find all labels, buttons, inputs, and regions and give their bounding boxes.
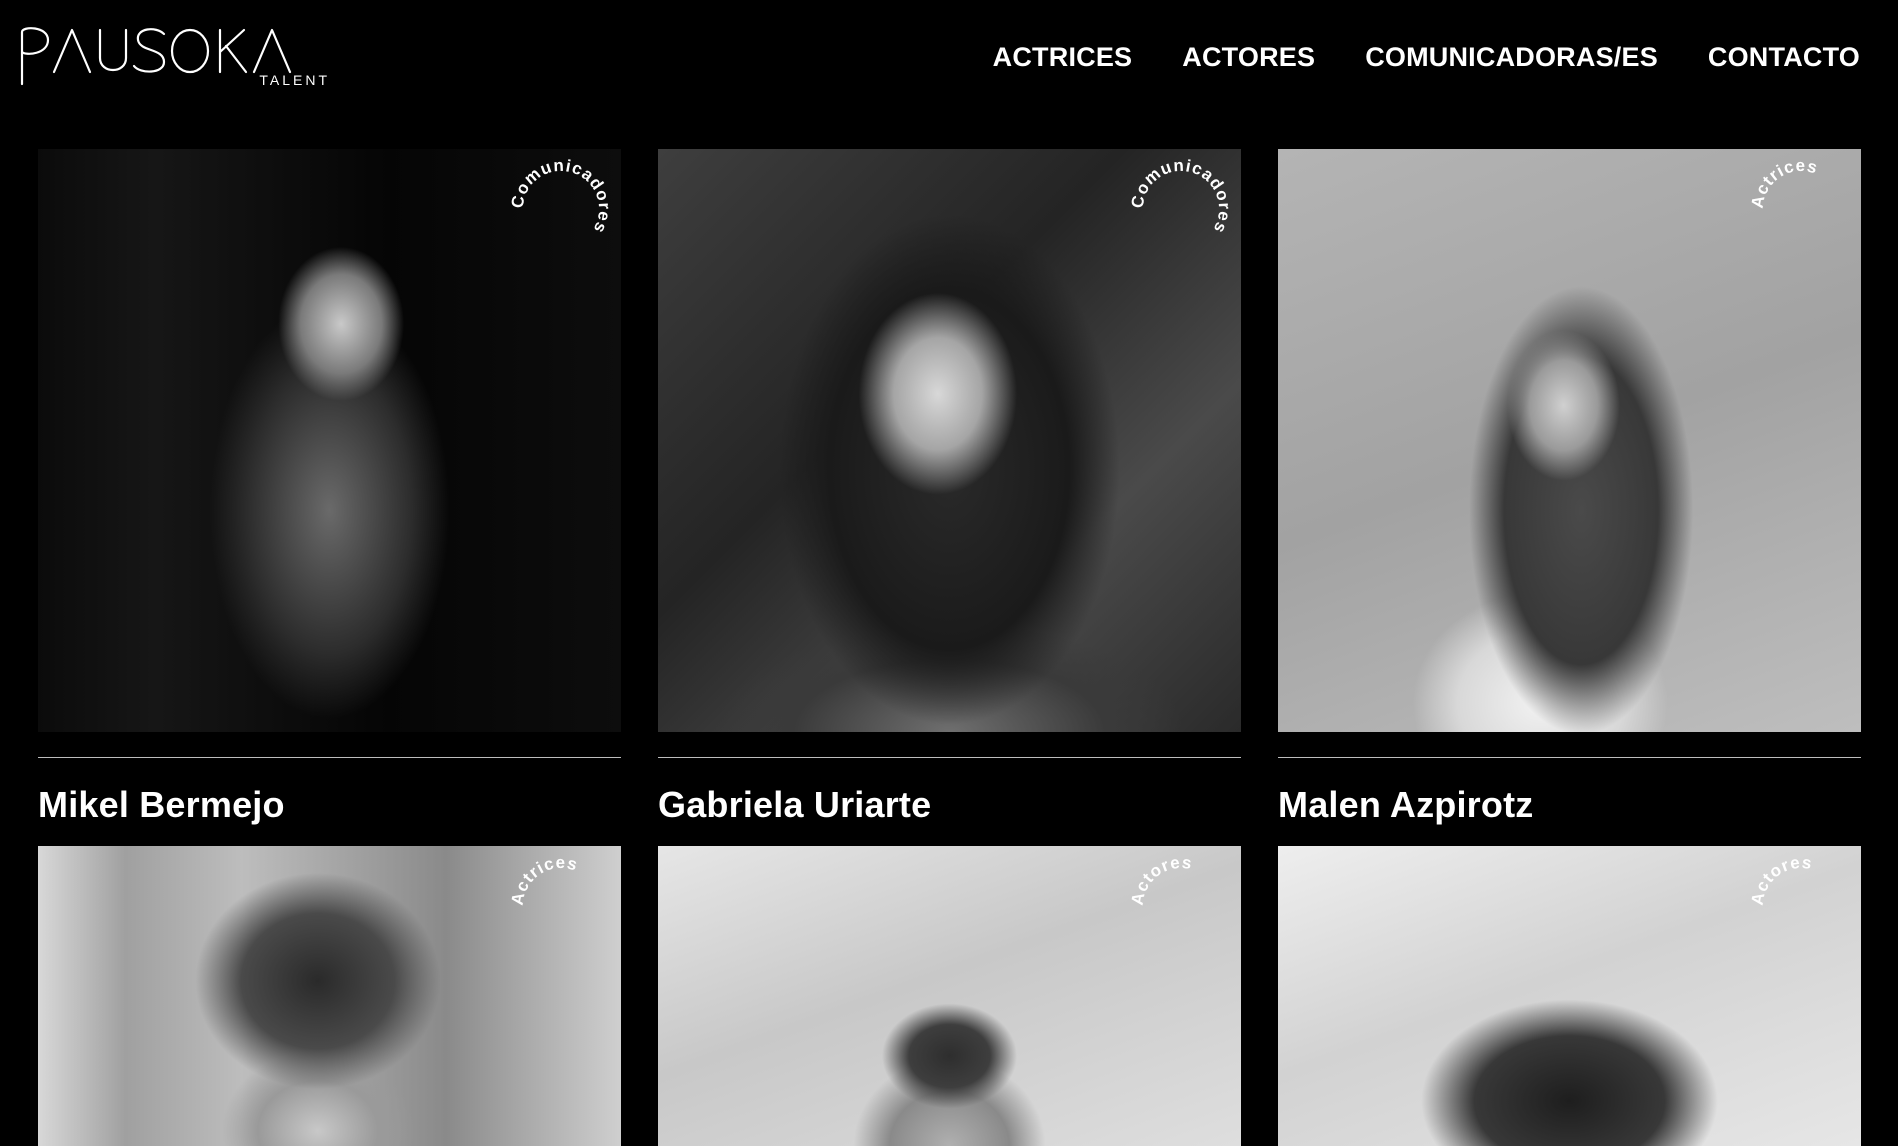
logo-subtitle: TALENT bbox=[259, 72, 330, 88]
talent-name[interactable]: Gabriela Uriarte bbox=[658, 784, 1241, 846]
svg-text:Comunicadores: Comunicadores bbox=[509, 157, 613, 237]
card-divider bbox=[1278, 757, 1861, 758]
category-badge: Actrices bbox=[508, 853, 613, 958]
nav-contacto[interactable]: CONTACTO bbox=[1708, 42, 1860, 73]
svg-text:Actores: Actores bbox=[1749, 854, 1814, 907]
talent-card[interactable]: Comunicadores Gabriela Uriarte bbox=[658, 149, 1241, 846]
badge-text: Comunicadores bbox=[1128, 156, 1233, 237]
badge-text: Comunicadores bbox=[508, 156, 613, 237]
badge-text: Actores bbox=[1128, 853, 1193, 907]
talent-name[interactable]: Mikel Bermejo bbox=[38, 784, 621, 846]
badge-text: Actrices bbox=[1748, 156, 1820, 210]
site-header: TALENT ACTRICES ACTORES COMUNICADORAS/ES… bbox=[0, 0, 1898, 120]
badge-text: Actores bbox=[1748, 853, 1813, 907]
talent-card[interactable]: Actrices bbox=[38, 846, 621, 1146]
category-badge: Comunicadores bbox=[508, 156, 613, 261]
talent-photo[interactable]: Actrices bbox=[1278, 149, 1861, 732]
svg-text:Actrices: Actrices bbox=[509, 854, 580, 907]
talent-photo[interactable]: Comunicadores bbox=[658, 149, 1241, 732]
category-badge: Actrices bbox=[1748, 156, 1853, 261]
talent-grid: Comunicadores Mikel Bermejo Comunicadore… bbox=[38, 149, 1861, 1146]
card-divider bbox=[38, 757, 621, 758]
talent-photo[interactable]: Actores bbox=[658, 846, 1241, 1146]
card-divider bbox=[658, 757, 1241, 758]
nav-actores[interactable]: ACTORES bbox=[1182, 42, 1315, 73]
nav-comunicadoras[interactable]: COMUNICADORAS/ES bbox=[1365, 42, 1658, 73]
svg-text:Actrices: Actrices bbox=[1749, 157, 1820, 210]
talent-card[interactable]: Actores bbox=[1278, 846, 1861, 1146]
svg-text:Comunicadores: Comunicadores bbox=[1129, 157, 1233, 237]
pausoka-logo[interactable]: TALENT bbox=[18, 22, 334, 90]
talent-photo[interactable]: Comunicadores bbox=[38, 149, 621, 732]
category-badge: Comunicadores bbox=[1128, 156, 1233, 261]
main-nav: ACTRICES ACTORES COMUNICADORAS/ES CONTAC… bbox=[993, 42, 1860, 73]
nav-actrices[interactable]: ACTRICES bbox=[993, 42, 1133, 73]
talent-card[interactable]: Comunicadores Mikel Bermejo bbox=[38, 149, 621, 846]
badge-text: Actrices bbox=[508, 853, 580, 907]
category-badge: Actores bbox=[1748, 853, 1853, 958]
talent-photo[interactable]: Actrices bbox=[38, 846, 621, 1146]
talent-card[interactable]: Actrices Malen Azpirotz bbox=[1278, 149, 1861, 846]
category-badge: Actores bbox=[1128, 853, 1233, 958]
svg-text:Actores: Actores bbox=[1129, 854, 1194, 907]
talent-photo[interactable]: Actores bbox=[1278, 846, 1861, 1146]
talent-card[interactable]: Actores bbox=[658, 846, 1241, 1146]
talent-name[interactable]: Malen Azpirotz bbox=[1278, 784, 1861, 846]
